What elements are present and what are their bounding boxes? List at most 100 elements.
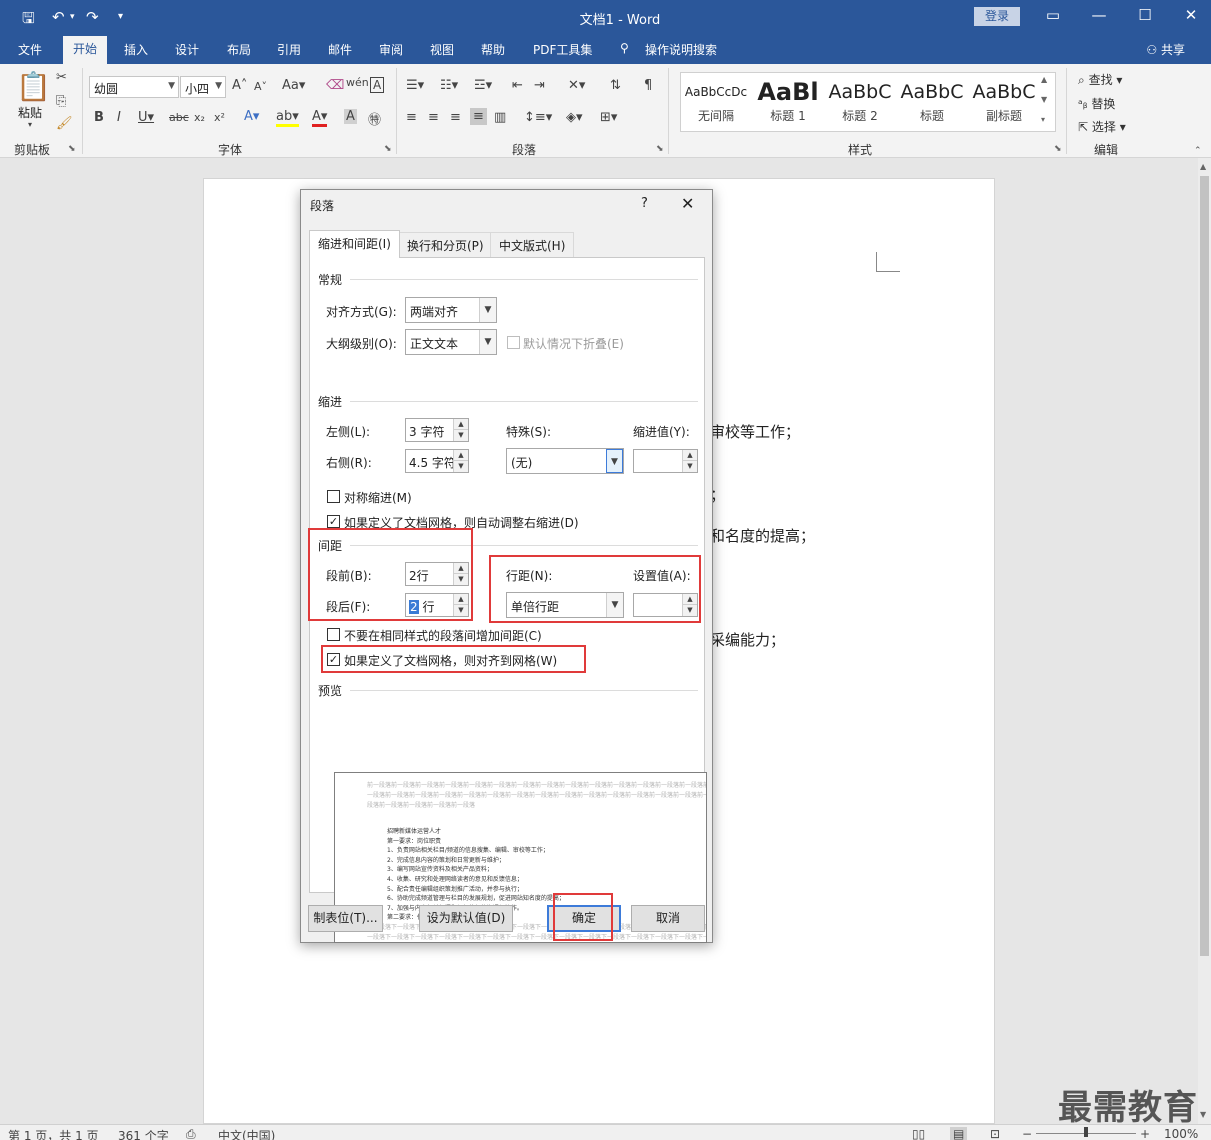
alignment-select[interactable]: 两端对齐 ▼ xyxy=(405,297,497,323)
maximize-icon[interactable]: ☐ xyxy=(1130,6,1160,24)
web-layout-icon[interactable]: ⊡ xyxy=(990,1127,1000,1140)
proofing-icon[interactable]: ⎙ xyxy=(186,1127,196,1140)
highlight-icon[interactable]: ab▾ xyxy=(276,109,299,127)
justify-icon[interactable]: ≡ xyxy=(470,108,487,125)
scroll-down-icon[interactable]: ▼ xyxy=(1200,1110,1206,1119)
zoom-level[interactable]: 100% xyxy=(1164,1127,1198,1140)
paste-icon[interactable]: 📋 xyxy=(16,70,51,103)
save-icon[interactable]: 🖫 xyxy=(22,8,35,33)
font-color-icon[interactable]: A▾ xyxy=(312,109,328,127)
spin-down-icon[interactable]: ▼ xyxy=(682,605,697,616)
tab-asian-typography[interactable]: 中文版式(H) xyxy=(490,232,575,257)
share-button[interactable]: ⚇ 共享 xyxy=(1146,41,1185,58)
chinese-layout-icon[interactable]: ✕▾ xyxy=(568,78,585,93)
indent-by-spinner[interactable]: ▲ ▼ xyxy=(633,449,698,473)
align-center-icon[interactable]: ≡ xyxy=(428,110,439,125)
mirror-indents-checkbox[interactable] xyxy=(327,490,340,503)
scroll-thumb[interactable] xyxy=(1200,176,1209,956)
zoom-out-icon[interactable]: − xyxy=(1022,1127,1032,1140)
select-button[interactable]: ⇱ 选择 ▾ xyxy=(1078,118,1126,135)
subscript-icon[interactable]: x₂ xyxy=(194,111,205,124)
special-select[interactable]: (无) ▼ xyxy=(506,448,624,474)
style-title[interactable]: AaBbC 标题 xyxy=(897,77,967,124)
close-icon[interactable]: ✕ xyxy=(681,194,694,213)
help-icon[interactable]: ? xyxy=(641,196,648,211)
cut-icon[interactable]: ✂ xyxy=(56,70,67,85)
character-border-icon[interactable]: A xyxy=(370,77,385,93)
font-name-combo[interactable]: 幼圆 ▼ xyxy=(89,76,179,98)
styles-launcher-icon[interactable]: ⬊ xyxy=(1054,144,1062,154)
underline-icon[interactable]: U▾ xyxy=(138,110,154,125)
undo-dropdown-icon[interactable]: ▾ xyxy=(70,12,75,22)
tab-review[interactable]: 审阅 xyxy=(379,41,403,58)
spin-up-icon[interactable]: ▲ xyxy=(682,594,697,605)
italic-icon[interactable]: I xyxy=(117,110,121,125)
clear-formatting-icon[interactable]: ⌫ xyxy=(326,78,344,93)
minimize-icon[interactable]: — xyxy=(1084,6,1114,24)
space-after-spinner[interactable]: 2 行 ▲ ▼ xyxy=(405,593,469,617)
window-close-icon[interactable]: ✕ xyxy=(1176,6,1206,24)
right-indent-spinner[interactable]: 4.5 字符 ▲ ▼ xyxy=(405,449,469,473)
auto-right-indent-checkbox[interactable]: ✓ xyxy=(327,515,340,528)
spin-up-icon[interactable]: ▲ xyxy=(682,450,697,461)
align-right-icon[interactable]: ≡ xyxy=(450,110,461,125)
superscript-icon[interactable]: x² xyxy=(214,111,225,124)
ribbon-display-options-icon[interactable]: ▭ xyxy=(1038,6,1068,24)
sort-icon[interactable]: ⇅ xyxy=(610,78,621,93)
print-layout-icon[interactable]: ▤ xyxy=(950,1127,968,1140)
tab-view[interactable]: 视图 xyxy=(430,41,454,58)
zoom-slider-thumb[interactable] xyxy=(1084,1127,1088,1137)
character-shading-icon[interactable]: A xyxy=(344,109,357,124)
replace-button[interactable]: ᵃᵦ 替换 xyxy=(1078,95,1115,112)
ok-button[interactable]: 确定 xyxy=(547,905,621,932)
page-count[interactable]: 第 1 页，共 1 页 xyxy=(8,1127,99,1140)
word-count[interactable]: 361 个字 xyxy=(118,1127,169,1140)
styles-scroll-up-icon[interactable]: ▲ xyxy=(1041,75,1047,84)
tab-mailings[interactable]: 邮件 xyxy=(328,41,352,58)
change-case-icon[interactable]: Aa▾ xyxy=(282,78,305,93)
borders-icon[interactable]: ⊞▾ xyxy=(600,110,617,125)
bullets-icon[interactable]: ☰▾ xyxy=(406,78,424,93)
tab-references[interactable]: 引用 xyxy=(277,41,301,58)
show-formatting-icon[interactable]: ¶ xyxy=(644,78,652,93)
align-left-icon[interactable]: ≡ xyxy=(406,110,417,125)
outline-level-select[interactable]: 正文文本 ▼ xyxy=(405,329,497,355)
style-heading-2[interactable]: AaBbC 标题 2 xyxy=(825,77,895,124)
strikethrough-icon[interactable]: abc xyxy=(169,111,189,124)
format-painter-icon[interactable]: 🖌 xyxy=(56,116,73,131)
spin-up-icon[interactable]: ▲ xyxy=(453,450,468,461)
numbering-icon[interactable]: ☷▾ xyxy=(440,78,458,93)
paragraph-launcher-icon[interactable]: ⬊ xyxy=(656,144,664,154)
shrink-font-icon[interactable]: A˅ xyxy=(254,80,267,93)
language[interactable]: 中文(中国) xyxy=(218,1127,275,1140)
enclose-characters-icon[interactable]: ㊕ xyxy=(368,109,381,128)
multilevel-list-icon[interactable]: ☲▾ xyxy=(474,78,492,93)
distributed-icon[interactable]: ▥ xyxy=(494,110,506,125)
phonetic-guide-icon[interactable]: wén xyxy=(346,76,369,89)
bold-icon[interactable]: B xyxy=(94,110,104,125)
no-space-same-style-checkbox[interactable] xyxy=(327,628,340,641)
line-spacing-at-spinner[interactable]: ▲ ▼ xyxy=(633,593,698,617)
grow-font-icon[interactable]: A˄ xyxy=(232,78,247,93)
zoom-in-icon[interactable]: + xyxy=(1140,1127,1150,1140)
tell-me-search[interactable]: 操作说明搜索 xyxy=(645,41,717,58)
collapse-ribbon-icon[interactable]: ⌃ xyxy=(1194,146,1202,156)
style-subtitle[interactable]: AaBbC 副标题 xyxy=(969,77,1039,124)
tab-line-page-breaks[interactable]: 换行和分页(P) xyxy=(398,232,493,257)
spin-down-icon[interactable]: ▼ xyxy=(453,574,468,585)
space-before-spinner[interactable]: 2行 ▲ ▼ xyxy=(405,562,469,586)
paste-dropdown-icon[interactable]: ▾ xyxy=(28,120,32,129)
tab-help[interactable]: 帮助 xyxy=(481,41,505,58)
tab-layout[interactable]: 布局 xyxy=(227,41,251,58)
tabs-button[interactable]: 制表位(T)... xyxy=(308,905,383,932)
cancel-button[interactable]: 取消 xyxy=(631,905,705,932)
spin-up-icon[interactable]: ▲ xyxy=(453,563,468,574)
style-heading-1[interactable]: AaBl 标题 1 xyxy=(753,77,823,124)
read-mode-icon[interactable]: ▯▯ xyxy=(912,1127,925,1140)
line-spacing-select[interactable]: 单倍行距 ▼ xyxy=(506,592,624,618)
customize-quick-access-icon[interactable]: ▾ xyxy=(118,11,123,22)
styles-more-icon[interactable]: ▾ xyxy=(1041,115,1045,124)
left-indent-spinner[interactable]: 3 字符 ▲ ▼ xyxy=(405,418,469,442)
styles-scroll-down-icon[interactable]: ▼ xyxy=(1041,95,1047,104)
style-no-spacing[interactable]: AaBbCcDc 无间隔 xyxy=(681,77,751,124)
